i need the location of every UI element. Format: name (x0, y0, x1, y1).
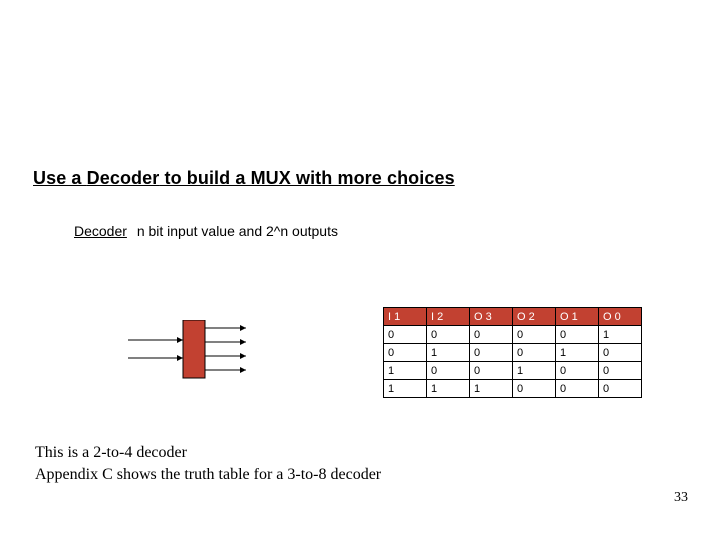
table-cell: 0 (513, 326, 556, 344)
caption: This is a 2-to-4 decoder Appendix C show… (35, 442, 381, 485)
definition-line: Decoder n bit input value and 2^n output… (74, 223, 338, 239)
definition-keyword: Decoder (74, 223, 133, 239)
table-cell: 0 (513, 344, 556, 362)
table-cell: 0 (556, 326, 599, 344)
table-header: O 3 (470, 308, 513, 326)
table-row: 1 1 1 0 0 0 (384, 380, 642, 398)
title-prefix: Use a (33, 168, 87, 188)
table-cell: 0 (470, 362, 513, 380)
table-cell: 0 (470, 326, 513, 344)
table-row: 1 0 0 1 0 0 (384, 362, 642, 380)
table-cell: 1 (427, 344, 470, 362)
table-cell: 1 (470, 380, 513, 398)
page-number: 33 (674, 490, 688, 506)
table-header: I 1 (384, 308, 427, 326)
truth-table: I 1 I 2 O 3 O 2 O 1 O 0 0 0 0 0 0 1 0 1 … (383, 307, 642, 398)
table-cell: 0 (556, 362, 599, 380)
title-suffix: to build a MUX with more choices (159, 168, 454, 188)
decoder-diagram (128, 320, 248, 380)
table-row: 0 1 0 0 1 0 (384, 344, 642, 362)
table-cell: 0 (599, 380, 642, 398)
table-cell: 0 (599, 344, 642, 362)
table-cell: 0 (384, 344, 427, 362)
table-header: O 1 (556, 308, 599, 326)
table-cell: 0 (556, 380, 599, 398)
table-cell: 0 (427, 326, 470, 344)
decoder-icon (128, 320, 248, 380)
table-header: O 0 (599, 308, 642, 326)
table-header-row: I 1 I 2 O 3 O 2 O 1 O 0 (384, 308, 642, 326)
caption-line-2: Appendix C shows the truth table for a 3… (35, 464, 381, 486)
table-cell: 1 (556, 344, 599, 362)
table-cell: 1 (384, 362, 427, 380)
table-cell: 0 (470, 344, 513, 362)
caption-line-1: This is a 2-to-4 decoder (35, 442, 381, 464)
table-cell: 1 (427, 380, 470, 398)
slide-title: Use a Decoder to build a MUX with more c… (33, 168, 455, 189)
slide: Use a Decoder to build a MUX with more c… (0, 0, 720, 540)
table-cell: 1 (513, 362, 556, 380)
table-row: 0 0 0 0 0 1 (384, 326, 642, 344)
title-keyword: Decoder (87, 168, 160, 188)
table-cell: 0 (427, 362, 470, 380)
table-cell: 0 (513, 380, 556, 398)
table-cell: 1 (384, 380, 427, 398)
table-cell: 0 (599, 362, 642, 380)
table-header: O 2 (513, 308, 556, 326)
table-cell: 1 (599, 326, 642, 344)
definition-text: n bit input value and 2^n outputs (137, 223, 338, 239)
table-cell: 0 (384, 326, 427, 344)
table-header: I 2 (427, 308, 470, 326)
